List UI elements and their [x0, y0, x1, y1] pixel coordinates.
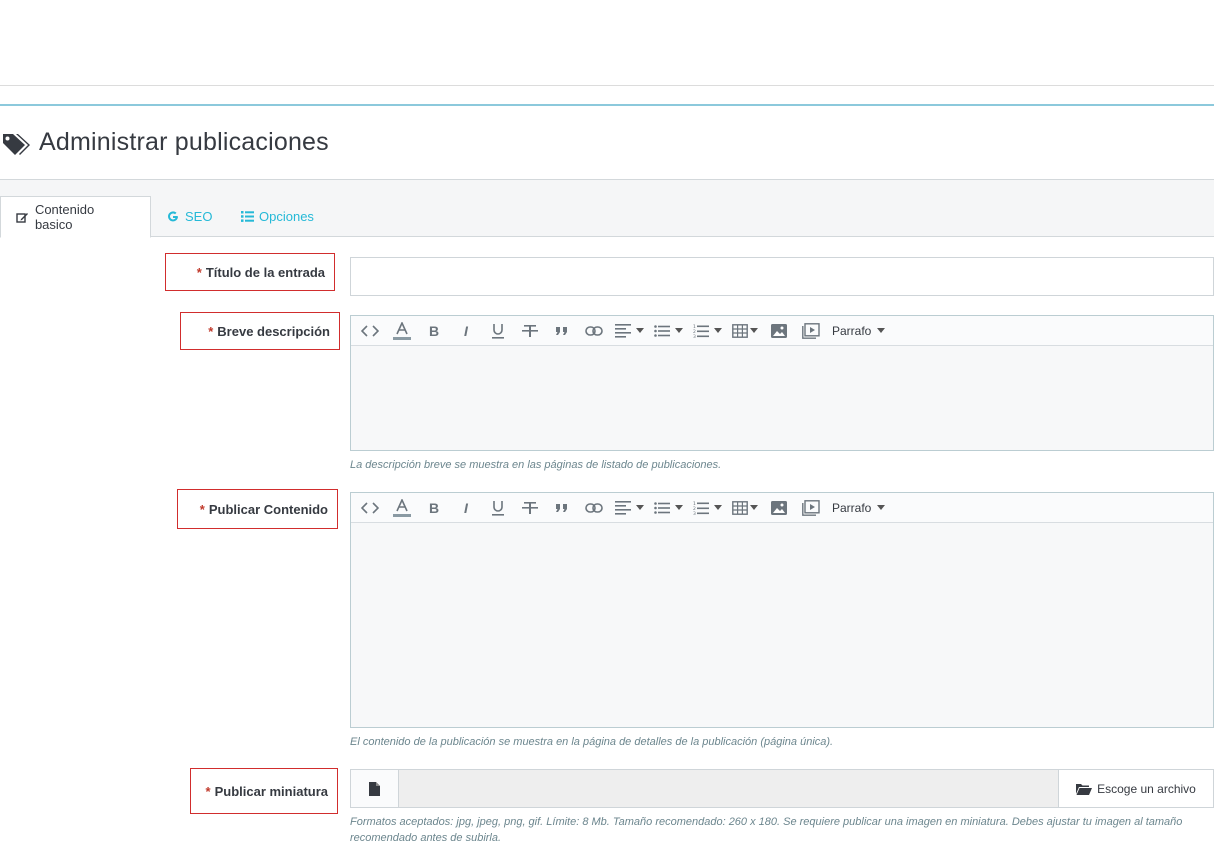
short-description-editor: B I 123 Parrafo: [350, 315, 1214, 451]
paragraph-style-label: Parrafo: [832, 500, 872, 515]
content-help: El contenido de la publicación se muestr…: [350, 736, 834, 748]
editor-toolbar: B I 123 Parrafo: [351, 493, 1213, 523]
image-icon[interactable]: [768, 320, 790, 342]
blockquote-icon[interactable]: [551, 320, 573, 342]
chevron-down-icon: [877, 328, 886, 333]
required-mark: *: [196, 264, 202, 280]
tab-seo[interactable]: SEO: [166, 196, 212, 237]
strikethrough-icon[interactable]: [519, 497, 541, 519]
tab-opciones[interactable]: Opciones: [240, 196, 314, 237]
file-name-display: [399, 770, 1058, 807]
image-icon[interactable]: [768, 497, 790, 519]
numbered-list-icon[interactable]: 123: [693, 320, 722, 342]
bullet-list-icon[interactable]: [654, 320, 683, 342]
underline-icon[interactable]: [487, 497, 509, 519]
blockquote-icon[interactable]: [551, 497, 573, 519]
tab-bar: Contenido basico SEO Opciones: [0, 180, 1214, 238]
paragraph-style-label: Parrafo: [832, 323, 872, 338]
title-field-label: * Título de la entrada: [165, 253, 335, 291]
required-mark: *: [205, 783, 211, 799]
strikethrough-icon[interactable]: [519, 320, 541, 342]
choose-file-label: Escoge un archivo: [1097, 781, 1196, 796]
bold-icon[interactable]: B: [423, 320, 445, 342]
content-area[interactable]: [351, 523, 1213, 727]
thumbnail-label: * Publicar miniatura: [190, 768, 338, 814]
italic-icon[interactable]: I: [455, 497, 477, 519]
short-description-label-text: Breve descripción: [217, 323, 330, 339]
link-icon[interactable]: [583, 497, 605, 519]
tags-icon: [2, 132, 32, 156]
content-label-text: Publicar Contenido: [208, 501, 328, 517]
short-description-content-area[interactable]: [351, 346, 1213, 450]
tab-contenido-basico[interactable]: Contenido basico: [0, 196, 151, 238]
font-color-icon[interactable]: [391, 320, 413, 342]
thumbnail-file-input[interactable]: Escoge un archivo: [350, 769, 1214, 808]
font-color-icon[interactable]: [391, 497, 413, 519]
tab-label: Opciones: [259, 209, 314, 224]
align-dropdown-icon[interactable]: [615, 497, 644, 519]
numbered-list-icon[interactable]: 123: [693, 497, 722, 519]
page-header: Administrar publicaciones: [0, 106, 1214, 180]
google-icon: [166, 210, 180, 224]
edit-icon: [16, 210, 30, 224]
code-view-icon[interactable]: [359, 497, 381, 519]
tab-label: Contenido basico: [34, 202, 95, 232]
bullet-list-icon[interactable]: [654, 497, 683, 519]
required-mark: *: [199, 501, 205, 517]
video-icon[interactable]: [800, 320, 822, 342]
required-mark: *: [208, 323, 214, 339]
link-icon[interactable]: [583, 320, 605, 342]
thumbnail-help: Formatos aceptados: jpg, jpeg, png, gif.…: [350, 816, 1183, 844]
editor-toolbar: B I 123 Parrafo: [351, 316, 1213, 346]
chevron-down-icon: [877, 505, 886, 510]
file-icon: [351, 770, 399, 807]
page-title: Administrar publicaciones: [39, 128, 329, 156]
bold-icon[interactable]: B: [423, 497, 445, 519]
tab-label: SEO: [185, 209, 213, 224]
folder-open-icon: [1076, 783, 1093, 795]
title-input[interactable]: [350, 257, 1214, 296]
list-icon: [240, 210, 254, 224]
content-label: * Publicar Contenido: [177, 489, 338, 529]
short-description-label: * Breve descripción: [180, 312, 340, 350]
svg-text:3: 3: [693, 334, 696, 338]
short-description-help: La descripción breve se muestra en las p…: [350, 459, 722, 471]
paragraph-style-dropdown[interactable]: Parrafo: [832, 323, 886, 338]
content-editor: B I 123 Parrafo: [350, 492, 1214, 728]
table-icon[interactable]: [732, 320, 758, 342]
code-view-icon[interactable]: [359, 320, 381, 342]
align-dropdown-icon[interactable]: [615, 320, 644, 342]
paragraph-style-dropdown[interactable]: Parrafo: [832, 500, 886, 515]
svg-text:3: 3: [693, 511, 696, 515]
italic-icon[interactable]: I: [455, 320, 477, 342]
video-icon[interactable]: [800, 497, 822, 519]
top-header-bar: [0, 0, 1214, 86]
underline-icon[interactable]: [487, 320, 509, 342]
title-field-label-text: Título de la entrada: [205, 264, 325, 280]
choose-file-button[interactable]: Escoge un archivo: [1058, 770, 1213, 807]
table-icon[interactable]: [732, 497, 758, 519]
thumbnail-label-text: Publicar miniatura: [214, 783, 328, 799]
